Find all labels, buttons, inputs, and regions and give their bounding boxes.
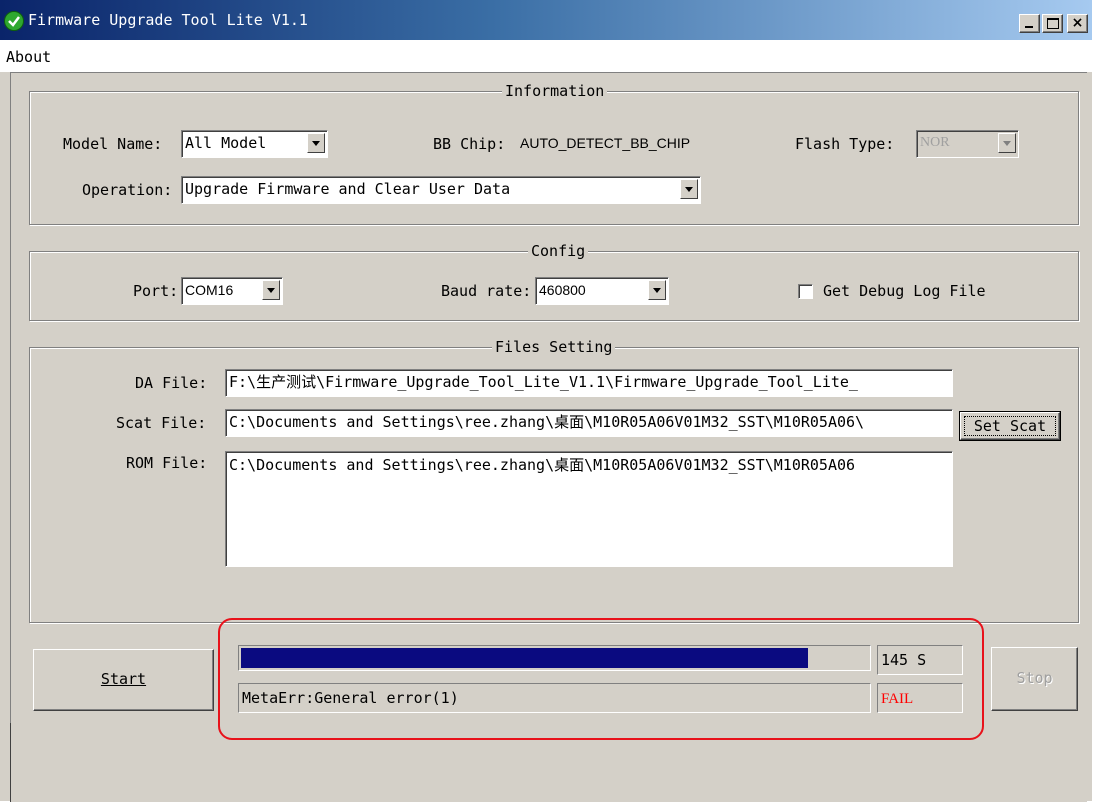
files-setting-group: Files Setting DA File: F:\生产测试\Firmware_… [29, 338, 1079, 623]
chevron-down-icon [998, 133, 1016, 153]
port-value: COM16 [185, 282, 234, 298]
window-controls: × [1019, 14, 1088, 33]
rom-file-label: ROM File: [126, 454, 208, 472]
minimize-icon [1025, 26, 1033, 28]
flash-type-label: Flash Type: [795, 135, 895, 153]
information-group: Information Model Name: All Model BB Chi… [29, 82, 1079, 225]
error-highlight-annotation [218, 618, 984, 740]
files-setting-title: Files Setting [492, 338, 616, 356]
rom-file-list[interactable]: C:\Documents and Settings\ree.zhang\桌面\M… [225, 451, 953, 567]
maximize-icon [1047, 18, 1059, 29]
model-name-select[interactable]: All Model [181, 130, 328, 158]
window-title: Firmware Upgrade Tool Lite V1.1 [28, 11, 308, 29]
flash-type-value: NOR [920, 135, 950, 150]
config-title: Config [528, 242, 589, 260]
scat-file-label: Scat File: [116, 414, 207, 432]
set-scat-button[interactable]: Set Scat [959, 411, 1061, 441]
title-bar[interactable]: Firmware Upgrade Tool Lite V1.1 × [0, 0, 1092, 40]
information-title: Information [502, 82, 608, 100]
client-divider [10, 723, 11, 802]
chevron-down-icon[interactable] [262, 280, 280, 300]
chevron-down-icon[interactable] [307, 133, 325, 153]
rom-file-value: C:\Documents and Settings\ree.zhang\桌面\M… [229, 456, 856, 474]
config-group: Config Port: COM16 Baud rate: 460800 Get… [29, 242, 1079, 321]
operation-label: Operation: [82, 181, 173, 199]
da-file-value: F:\生产测试\Firmware_Upgrade_Tool_Lite_V1.1\… [229, 373, 858, 391]
port-label: Port: [133, 282, 179, 300]
port-select[interactable]: COM16 [181, 277, 283, 305]
da-file-field[interactable]: F:\生产测试\Firmware_Upgrade_Tool_Lite_V1.1\… [225, 369, 953, 397]
flash-type-select: NOR [916, 130, 1019, 158]
close-button[interactable]: × [1067, 14, 1088, 33]
baud-rate-select[interactable]: 460800 [535, 277, 669, 305]
focus-rect [964, 416, 1056, 436]
close-icon: × [1071, 15, 1084, 31]
menu-bar: About [0, 40, 1092, 72]
stop-label: Stop [1016, 669, 1053, 687]
start-button[interactable]: Start [33, 649, 214, 711]
maximize-button[interactable] [1042, 14, 1063, 33]
bb-chip-label: BB Chip: [433, 135, 506, 153]
start-label: Start [100, 670, 147, 688]
da-file-label: DA File: [135, 374, 208, 392]
app-window: Firmware Upgrade Tool Lite V1.1 × About … [0, 0, 1092, 802]
debug-log-checkbox[interactable] [798, 284, 813, 299]
scat-file-value: C:\Documents and Settings\ree.zhang\桌面\M… [229, 413, 865, 431]
debug-log-label[interactable]: Get Debug Log File [823, 282, 986, 300]
minimize-button[interactable] [1019, 14, 1040, 33]
chevron-down-icon[interactable] [680, 179, 698, 199]
model-name-value: All Model [185, 134, 267, 152]
chevron-down-icon[interactable] [648, 280, 666, 300]
baud-rate-label: Baud rate: [441, 282, 532, 300]
checkmark-icon [4, 11, 24, 31]
bb-chip-value: AUTO_DETECT_BB_CHIP [520, 135, 691, 151]
operation-value: Upgrade Firmware and Clear User Data [185, 180, 511, 198]
model-name-label: Model Name: [63, 135, 163, 153]
scat-file-field[interactable]: C:\Documents and Settings\ree.zhang\桌面\M… [225, 409, 953, 437]
menu-about[interactable]: About [6, 48, 51, 66]
operation-select[interactable]: Upgrade Firmware and Clear User Data [181, 176, 701, 204]
baud-rate-value: 460800 [539, 282, 586, 298]
stop-button: Stop [991, 647, 1078, 711]
